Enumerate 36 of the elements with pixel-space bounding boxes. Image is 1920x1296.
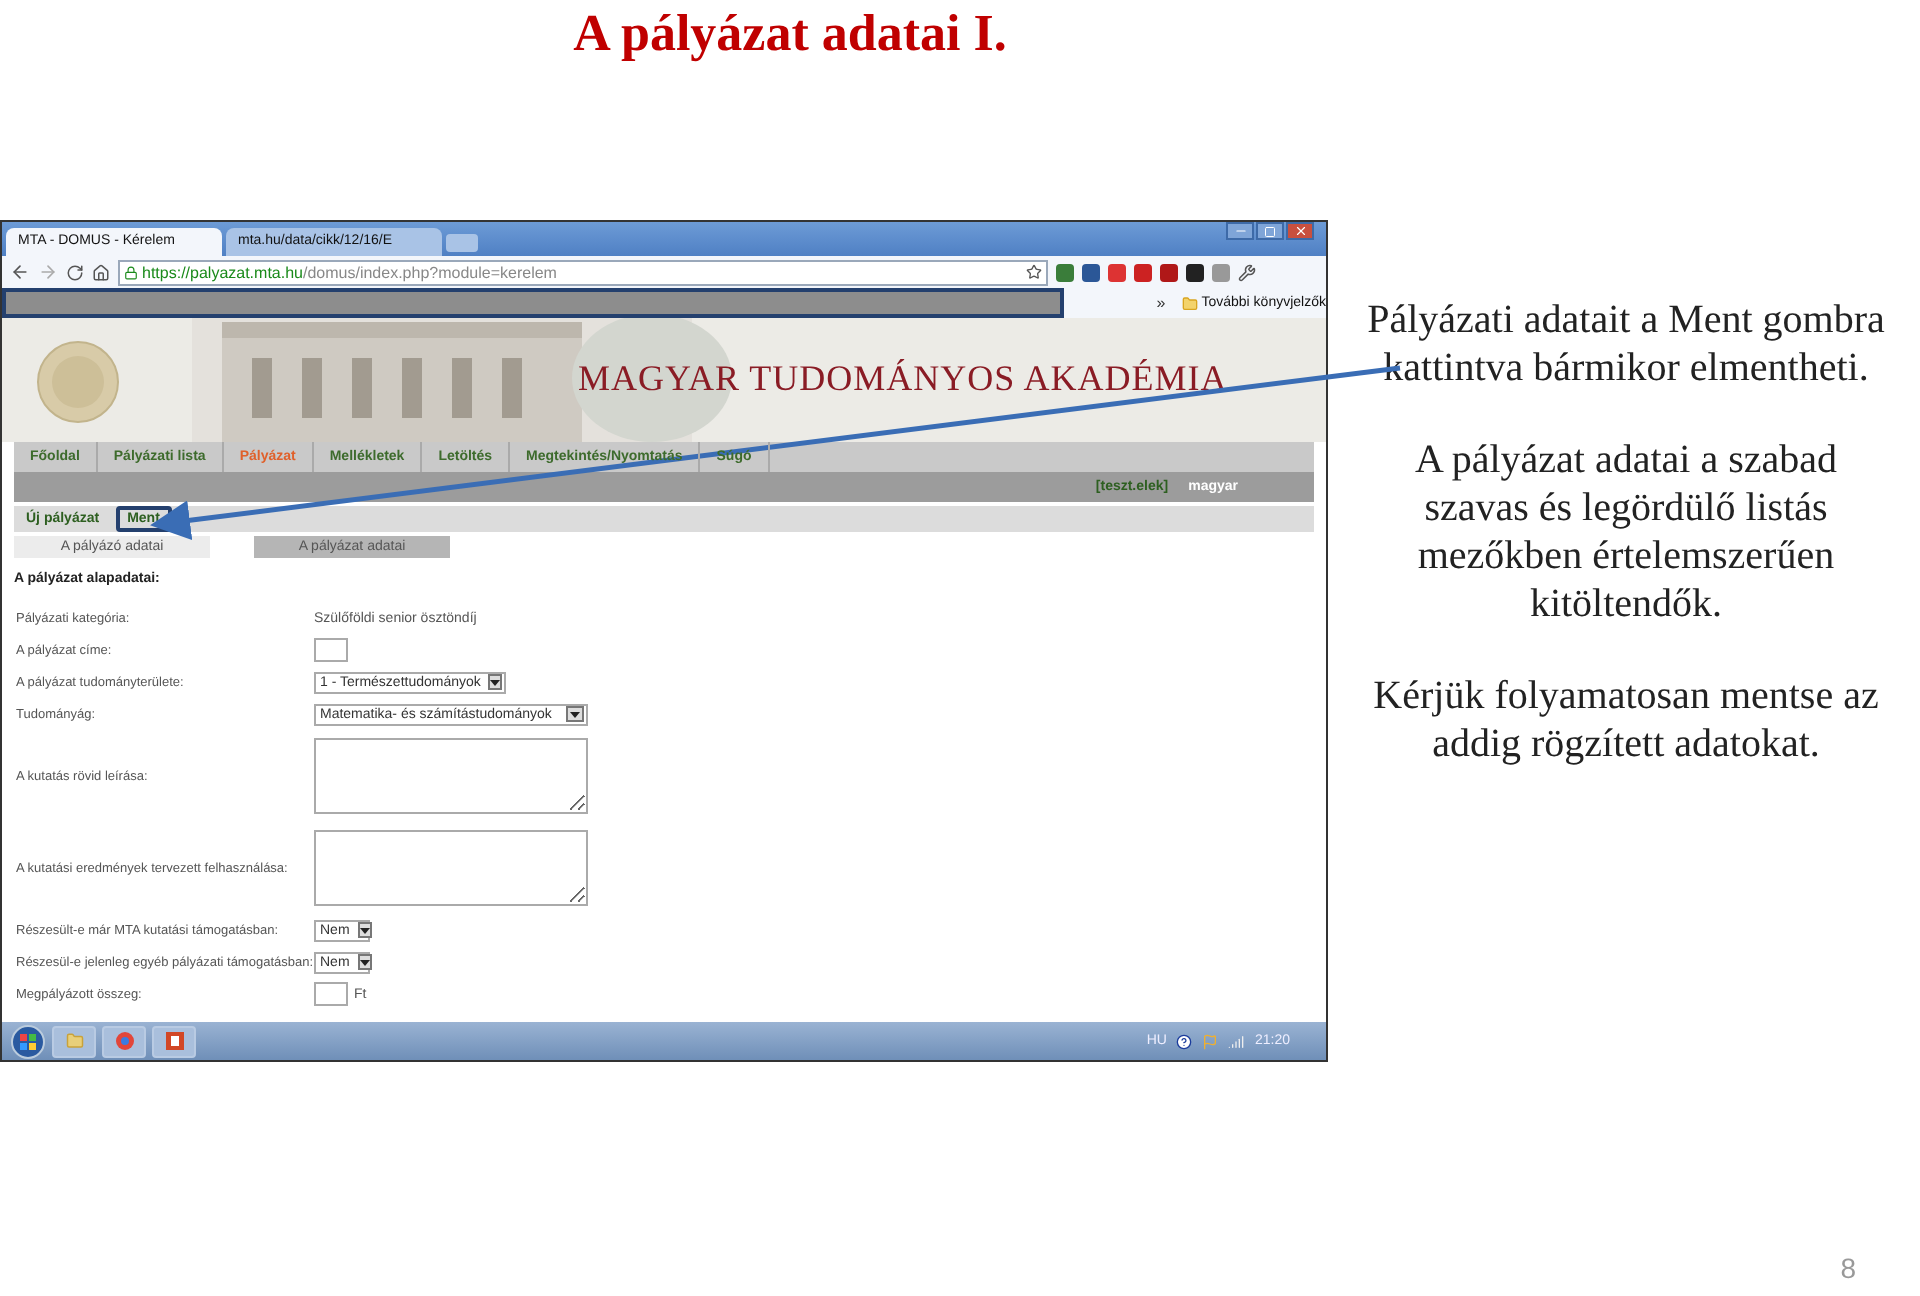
caret-icon xyxy=(566,706,584,722)
home-icon[interactable] xyxy=(92,263,110,281)
taskbar-button[interactable] xyxy=(102,1025,146,1057)
star-icon[interactable] xyxy=(1026,264,1042,280)
maximize-icon xyxy=(1264,225,1276,237)
note-text: Pályázati adatait a Ment gombra kattintva bármikor elmentheti. xyxy=(1365,296,1887,392)
address-bar[interactable]: https://palyazat.mta.hu/domus/index.php?module=kerelem xyxy=(118,259,1048,285)
folder-icon xyxy=(65,1032,83,1050)
minimize-icon xyxy=(1233,224,1247,238)
reload-icon[interactable] xyxy=(66,263,84,281)
close-icon xyxy=(1293,224,1307,238)
bookmarks-chevron[interactable]: » xyxy=(1156,294,1166,312)
input-field[interactable] xyxy=(314,982,348,1006)
minimize-button[interactable] xyxy=(1226,222,1254,240)
lock-icon xyxy=(124,265,138,279)
presentation-icon xyxy=(165,1032,183,1050)
taskbar-button[interactable] xyxy=(152,1025,196,1057)
input-field[interactable] xyxy=(314,638,348,662)
folder-icon xyxy=(1181,295,1198,311)
browser-icon xyxy=(115,1032,133,1050)
note-text: Kérjük folyamatosan mentse az addig rögzített adatokat. xyxy=(1371,672,1881,768)
slide-title: A pályázat adatai I. xyxy=(571,4,1009,64)
caret-icon xyxy=(357,922,372,938)
back-icon[interactable] xyxy=(10,262,30,282)
caret-icon xyxy=(488,674,503,690)
caret-icon xyxy=(357,954,372,970)
start-icon[interactable] xyxy=(10,1023,46,1059)
close-button[interactable] xyxy=(1286,222,1314,240)
site-title: MAGYAR TUDOMÁNYOS AKADÉMIA xyxy=(578,358,1228,400)
wrench-icon[interactable] xyxy=(1238,263,1256,281)
page-number: 8 xyxy=(1840,1252,1856,1284)
maximize-button[interactable] xyxy=(1256,222,1284,240)
note-text: A pályázat adatai a szabad szavas és legördülő listás mezőkben értelemszerűen kitöltendők. xyxy=(1413,436,1839,628)
url-text: https://palyazat.mta.hu/domus/index.php?module=kerelem xyxy=(142,263,557,281)
network-icon[interactable] xyxy=(1228,1033,1245,1049)
help-icon[interactable] xyxy=(1176,1033,1193,1049)
